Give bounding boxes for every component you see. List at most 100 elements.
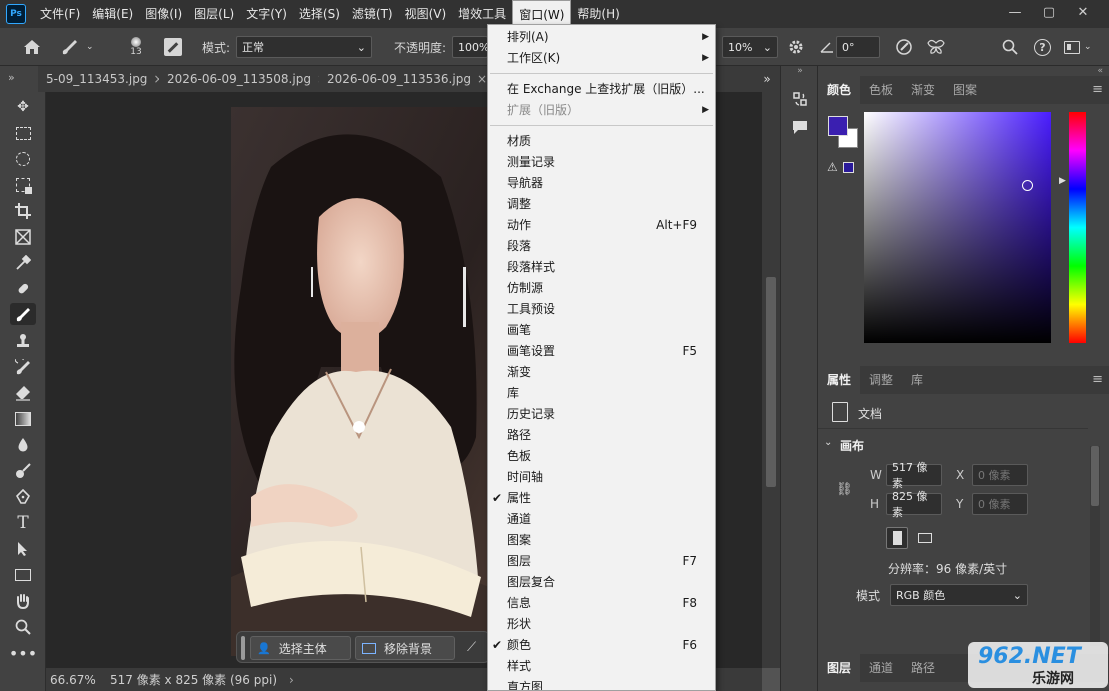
symmetry-butterfly-icon[interactable]: [926, 28, 948, 66]
window-menu-item[interactable]: 在 Exchange 上查找扩展（旧版）...: [488, 79, 715, 100]
select-subject-button[interactable]: 👤 选择主体: [250, 636, 351, 660]
hue-slider[interactable]: [1069, 112, 1086, 343]
window-menu-item[interactable]: 导航器: [488, 173, 715, 194]
window-menu-item[interactable]: 动作 Alt+F9: [488, 215, 715, 236]
eyedropper-tool-icon[interactable]: [10, 252, 36, 274]
tab-layers[interactable]: 图层: [818, 654, 861, 682]
window-menu-item[interactable]: 段落样式: [488, 257, 715, 278]
drag-handle[interactable]: [241, 636, 245, 660]
window-menu-item[interactable]: 样式: [488, 656, 715, 677]
brush-tool-preset-icon[interactable]: ⌄: [60, 28, 100, 66]
window-menu-item[interactable]: 材质: [488, 131, 715, 152]
more-tools-icon[interactable]: •••: [9, 642, 37, 664]
blend-mode-select[interactable]: 正常 ⌄: [236, 36, 372, 58]
eraser-tool-icon[interactable]: [10, 382, 36, 404]
properties-scrollbar[interactable]: [1090, 446, 1100, 646]
workspace-switcher-icon[interactable]: ⌄: [1064, 28, 1094, 66]
height-input[interactable]: 825 像素: [886, 490, 942, 519]
hand-tool-icon[interactable]: [10, 590, 36, 612]
pressure-opacity-icon[interactable]: [895, 28, 915, 66]
window-menu-item[interactable]: 历史记录: [488, 404, 715, 425]
tab-channels[interactable]: 通道: [860, 654, 902, 682]
window-menu-item[interactable]: ✔ 颜色 F6: [488, 635, 715, 656]
window-menu-item[interactable]: 直方图: [488, 677, 715, 690]
window-menu-item[interactable]: 图案: [488, 530, 715, 551]
window-menu-item[interactable]: 段落: [488, 236, 715, 257]
window-menu-item[interactable]: 排列(A) ▶: [488, 27, 715, 48]
menu-layer[interactable]: 图层(L): [188, 0, 240, 28]
tab-gradients[interactable]: 渐变: [902, 76, 944, 104]
zoom-tool-icon[interactable]: [10, 616, 36, 638]
menu-view[interactable]: 视图(V): [399, 0, 453, 28]
brush-settings-icon[interactable]: [164, 28, 186, 66]
tab-color[interactable]: 颜色: [818, 76, 861, 104]
menu-edit[interactable]: 编辑(E): [86, 0, 139, 28]
type-tool-icon[interactable]: T: [10, 512, 36, 534]
menu-type[interactable]: 文字(Y): [240, 0, 293, 28]
comments-panel-icon[interactable]: [791, 118, 809, 136]
window-menu-item[interactable]: 图层 F7: [488, 551, 715, 572]
dodge-tool-icon[interactable]: [10, 460, 36, 482]
move-tool-icon[interactable]: ✥: [10, 96, 36, 118]
window-menu-item[interactable]: 时间轴: [488, 467, 715, 488]
rectangle-tool-icon[interactable]: [10, 564, 36, 586]
window-menu-item[interactable]: 调整: [488, 194, 715, 215]
clone-stamp-tool-icon[interactable]: [10, 330, 36, 352]
window-menu-item[interactable]: 画笔: [488, 320, 715, 341]
quick-selection-tool-icon[interactable]: [10, 148, 36, 170]
document-tab[interactable]: 2026-06-09_113536.jpg ×: [319, 66, 496, 92]
status-arrow-icon[interactable]: ›: [289, 673, 294, 687]
angle-input[interactable]: 0°: [836, 36, 880, 58]
window-menu-item[interactable]: 工作区(K) ▶: [488, 48, 715, 69]
more-options-icon[interactable]: ⟋: [467, 640, 476, 655]
tabs-overflow-icon[interactable]: »: [754, 66, 780, 92]
maximize-button[interactable]: ▢: [1032, 0, 1066, 24]
link-icon[interactable]: ⛓: [836, 482, 853, 497]
window-menu-item[interactable]: 库: [488, 383, 715, 404]
tab-paths[interactable]: 路径: [902, 654, 944, 682]
document-tab[interactable]: 5-09_113453.jpg×: [38, 66, 173, 92]
blur-tool-icon[interactable]: [10, 434, 36, 456]
tab-libraries[interactable]: 库: [902, 366, 932, 394]
flow-input[interactable]: 10% ⌄: [722, 36, 778, 58]
minimize-button[interactable]: —: [998, 0, 1032, 24]
brush-size-picker[interactable]: 13: [116, 28, 156, 66]
tab-adjustments[interactable]: 调整: [860, 366, 902, 394]
panel-menu-icon[interactable]: ≡: [1092, 82, 1103, 97]
window-menu-item[interactable]: 测量记录: [488, 152, 715, 173]
x-input[interactable]: 0 像素: [972, 464, 1028, 486]
healing-brush-tool-icon[interactable]: [10, 278, 36, 300]
gamut-warning-icon[interactable]: ⚠: [827, 160, 838, 174]
tab-swatches[interactable]: 色板: [860, 76, 902, 104]
history-brush-tool-icon[interactable]: [10, 356, 36, 378]
close-window-button[interactable]: ✕: [1066, 0, 1100, 24]
marquee-tool-icon[interactable]: [10, 122, 36, 144]
collapse-chevron-icon[interactable]: ⌄: [824, 437, 832, 448]
scrollbar-thumb[interactable]: [766, 277, 776, 487]
tab-patterns[interactable]: 图案: [944, 76, 986, 104]
window-menu-item[interactable]: 信息 F8: [488, 593, 715, 614]
menu-file[interactable]: 文件(F): [34, 0, 86, 28]
zoom-level[interactable]: 66.67%: [50, 673, 106, 687]
window-menu-item[interactable]: ✔ 属性: [488, 488, 715, 509]
path-selection-tool-icon[interactable]: [10, 538, 36, 560]
window-menu-item[interactable]: 仿制源: [488, 278, 715, 299]
gear-icon[interactable]: [788, 28, 808, 66]
search-icon[interactable]: [1002, 28, 1020, 66]
color-mode-select[interactable]: RGB 颜色 ⌄: [890, 584, 1028, 606]
tab-close-icon[interactable]: ×: [477, 72, 487, 86]
history-panel-icon[interactable]: [791, 90, 809, 108]
object-selection-tool-icon[interactable]: [10, 174, 36, 196]
color-picker-cursor[interactable]: [1022, 180, 1033, 191]
canvas-vertical-scrollbar[interactable]: [762, 92, 780, 668]
landscape-orientation-icon[interactable]: [914, 527, 936, 549]
panel-menu-icon[interactable]: ≡: [1092, 372, 1103, 387]
window-menu-item[interactable]: 工具预设: [488, 299, 715, 320]
window-menu-item[interactable]: 通道: [488, 509, 715, 530]
remove-background-button[interactable]: 移除背景: [355, 636, 455, 660]
pen-tool-icon[interactable]: [10, 486, 36, 508]
gradient-tool-icon[interactable]: [10, 408, 36, 430]
web-safe-swatch[interactable]: [843, 162, 854, 173]
document-tab[interactable]: 2026-06-09_113508.jpg×: [159, 66, 336, 92]
help-icon[interactable]: ?: [1034, 28, 1052, 66]
